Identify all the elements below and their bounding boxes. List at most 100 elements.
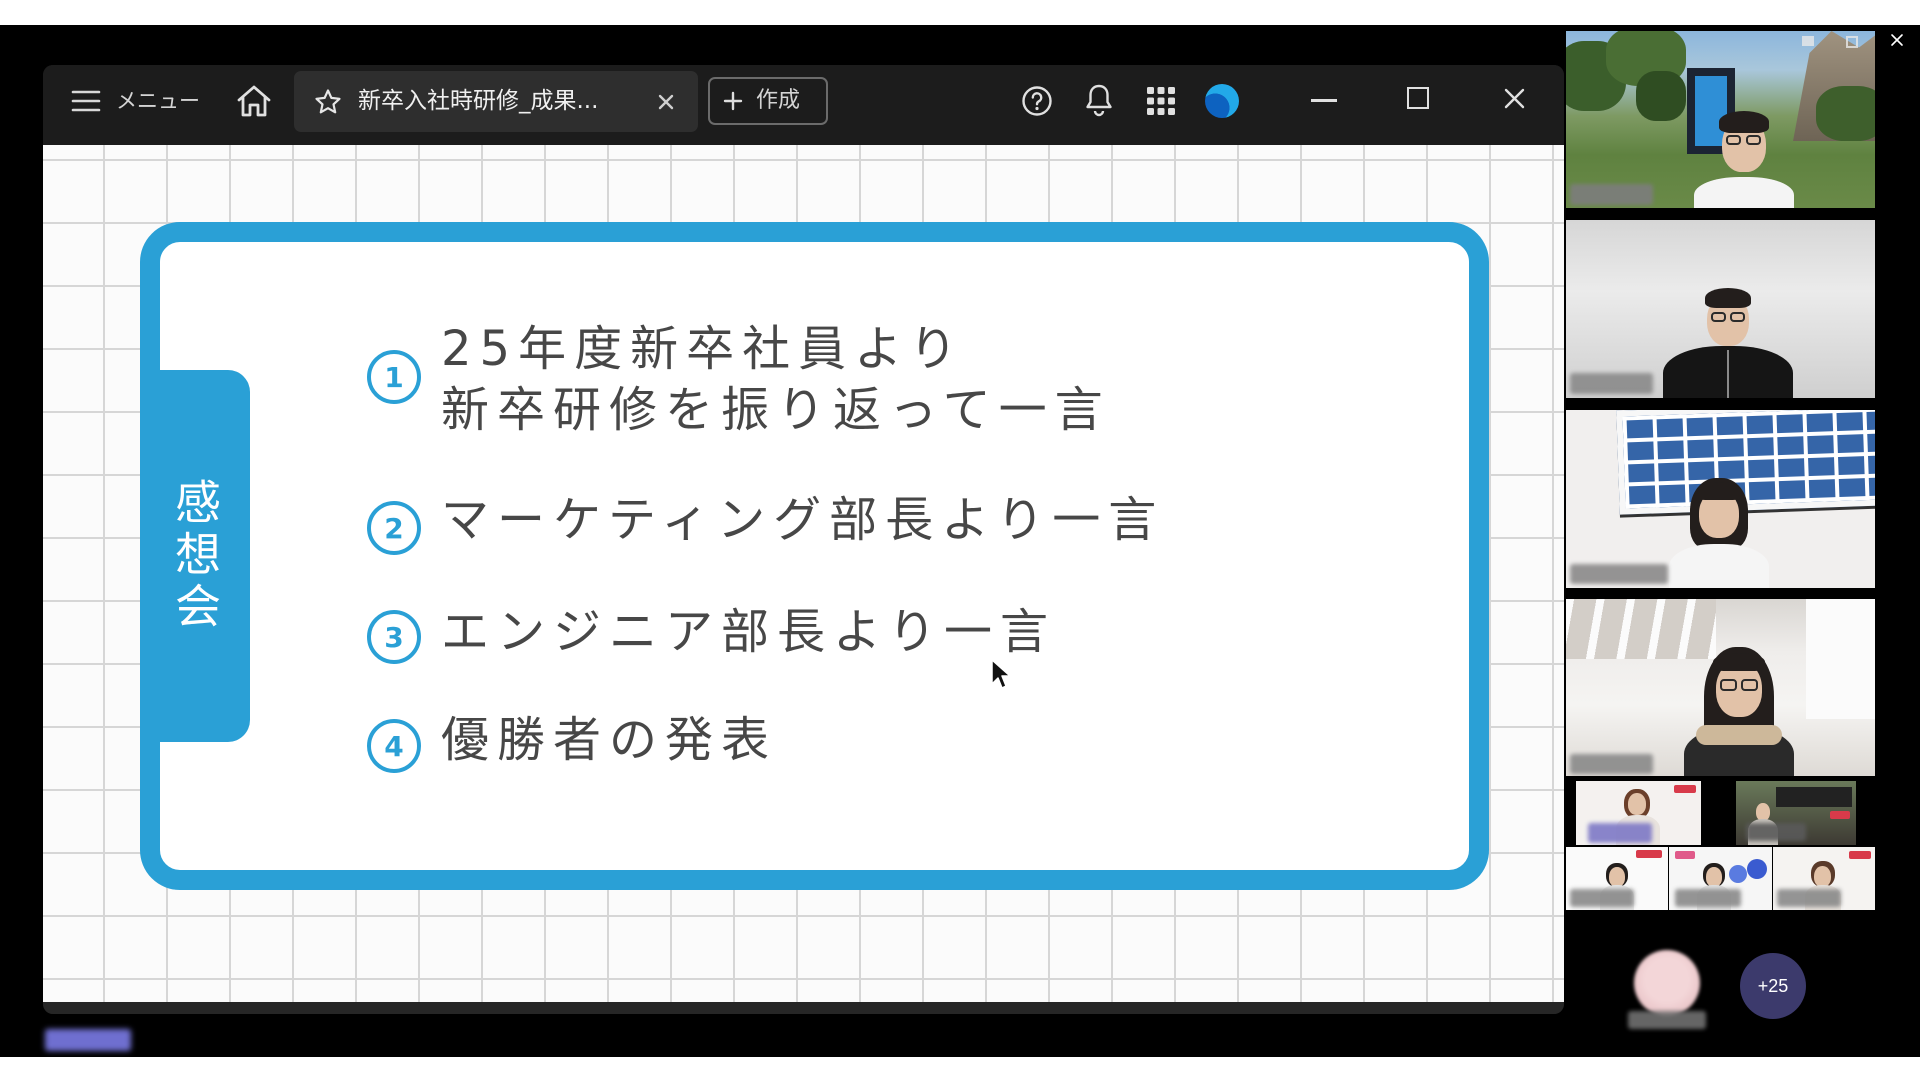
presenter-name-redacted xyxy=(45,1029,131,1051)
background-logo xyxy=(1830,811,1850,819)
background-ceiling xyxy=(1566,599,1716,659)
slide-side-tab: 感想会 xyxy=(140,370,250,742)
menu-icon[interactable] xyxy=(71,89,101,113)
account-avatar-icon[interactable] xyxy=(1205,84,1239,118)
participant-name-redacted xyxy=(1746,823,1806,841)
background-tree xyxy=(1816,86,1875,141)
participant-face xyxy=(1814,866,1831,887)
glasses-lens xyxy=(1711,312,1726,322)
tab-close-glyph xyxy=(658,94,674,110)
mouse-cursor-glyph xyxy=(991,659,1011,689)
close-icon[interactable] xyxy=(1504,88,1525,109)
tab-title: 新卒入社時研修_成果... xyxy=(358,88,599,114)
item-4-line-1: 優勝者の発表 xyxy=(441,712,778,768)
shared-app-window: メニュー 新卒入社時研修_成果... 作成 感想会 1 25年度新卒社員より 新… xyxy=(43,65,1564,1014)
slide-canvas: 感想会 1 25年度新卒社員より 新卒研修を振り返って一言 2 マーケティング部… xyxy=(43,145,1564,1002)
item-1-line-2: 新卒研修を振り返って一言 xyxy=(441,382,1111,438)
background-logo xyxy=(1675,851,1695,859)
item-number-4: 4 xyxy=(367,719,421,773)
tile-menu-icon[interactable] xyxy=(1802,36,1814,46)
participant-name-redacted xyxy=(1570,754,1653,774)
background-balloon xyxy=(1747,859,1767,879)
background-logo xyxy=(1849,851,1871,859)
background-window xyxy=(1806,599,1875,719)
glasses-lens xyxy=(1730,312,1745,322)
participant-face xyxy=(1706,867,1722,887)
participant-hair xyxy=(1719,111,1769,133)
participant-tile-4[interactable] xyxy=(1566,599,1875,776)
participant-name-redacted xyxy=(1588,823,1652,843)
star-icon[interactable] xyxy=(314,88,342,116)
menu-label[interactable]: メニュー xyxy=(116,87,200,115)
glasses-lens xyxy=(1746,135,1761,145)
background-logo xyxy=(1674,785,1696,793)
participant-tile-5[interactable] xyxy=(1576,781,1701,845)
participant-tile-9[interactable] xyxy=(1773,847,1875,910)
background-screen xyxy=(1776,787,1852,807)
create-button-label: 作成 xyxy=(756,88,801,113)
glasses-lens xyxy=(1726,135,1741,145)
participant-face xyxy=(1609,867,1625,887)
participant-tile-7[interactable] xyxy=(1566,847,1668,910)
participant-face xyxy=(1628,793,1646,815)
tab-close-icon[interactable] xyxy=(656,92,676,112)
more-participants-button[interactable]: +25 xyxy=(1740,953,1806,1019)
help-glyph xyxy=(1022,86,1052,116)
glasses-lens xyxy=(1720,679,1737,691)
participant-body xyxy=(1669,544,1769,588)
background-balloon xyxy=(1729,865,1747,883)
participant-tile-6[interactable] xyxy=(1736,781,1856,845)
title-bar: メニュー 新卒入社時研修_成果... 作成 xyxy=(43,65,1564,145)
participant-bangs xyxy=(1696,482,1742,500)
tile-expand-icon[interactable] xyxy=(1846,36,1858,48)
participant-name-redacted xyxy=(1570,564,1668,584)
help-icon[interactable] xyxy=(1021,85,1053,117)
apps-grid-glyph xyxy=(1147,87,1175,115)
background-tree xyxy=(1636,71,1686,121)
participant-name-redacted xyxy=(1628,1011,1706,1029)
item-number-2: 2 xyxy=(367,501,421,555)
minimize-icon[interactable] xyxy=(1311,99,1337,102)
participant-tile-2[interactable] xyxy=(1566,220,1875,398)
background-logo xyxy=(1636,850,1662,858)
create-button[interactable]: 作成 xyxy=(708,77,828,125)
plus-glyph xyxy=(723,91,743,111)
participant-tile-1[interactable] xyxy=(1566,31,1875,208)
maximize-icon[interactable] xyxy=(1407,87,1429,109)
home-icon[interactable] xyxy=(235,83,273,119)
home-glyph xyxy=(237,85,271,117)
participant-name-redacted xyxy=(1570,889,1634,907)
item-1-line-1: 25年度新卒社員より xyxy=(441,321,966,377)
participant-name-redacted xyxy=(1570,373,1653,394)
menu-glyph xyxy=(71,90,101,112)
participant-name-redacted xyxy=(1777,889,1841,907)
overlay-close-icon[interactable] xyxy=(1890,33,1904,47)
lanyard xyxy=(1727,350,1729,398)
item-number-1: 1 xyxy=(367,350,421,404)
participant-name-redacted xyxy=(1570,184,1653,205)
plus-icon xyxy=(723,91,743,111)
window-bottom-edge xyxy=(43,1002,1564,1014)
participant-tile-8[interactable] xyxy=(1669,847,1772,910)
star-glyph xyxy=(315,89,341,114)
slide-side-label: 感想会 xyxy=(168,478,222,634)
participant-hair xyxy=(1705,288,1751,308)
participant-scarf xyxy=(1696,725,1782,745)
apps-grid-icon[interactable] xyxy=(1147,87,1175,115)
item-2-line-1: マーケティング部長より一言 xyxy=(441,492,1165,548)
bell-icon[interactable] xyxy=(1084,83,1114,117)
close-glyph xyxy=(1504,88,1525,109)
bell-glyph xyxy=(1086,84,1112,117)
overlay-close-glyph xyxy=(1891,34,1903,46)
participant-avatar[interactable] xyxy=(1634,950,1700,1016)
more-participants-count: +25 xyxy=(1757,975,1789,996)
participant-body xyxy=(1694,177,1794,208)
item-number-3: 3 xyxy=(367,610,421,664)
participant-tile-3[interactable] xyxy=(1566,410,1875,588)
item-3-line-1: エンジニア部長より一言 xyxy=(441,604,1057,660)
mouse-cursor-icon xyxy=(990,658,1012,690)
participant-bangs xyxy=(1713,653,1765,671)
tab-active-document[interactable]: 新卒入社時研修_成果... xyxy=(294,71,698,132)
glasses-lens xyxy=(1741,679,1758,691)
participant-name-redacted xyxy=(1675,889,1741,907)
